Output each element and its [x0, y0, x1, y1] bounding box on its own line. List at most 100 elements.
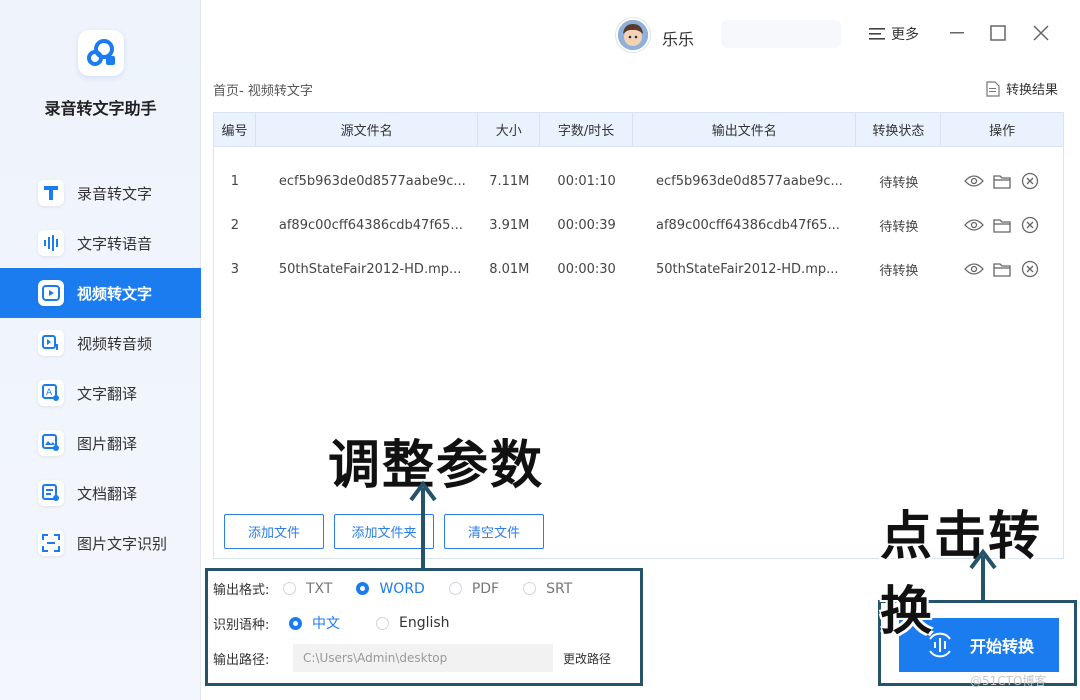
sidebar-item-video-to-audio[interactable]: 视频转音频 [0, 318, 201, 368]
app-logo [78, 30, 124, 76]
header-source: 源文件名 [256, 113, 479, 146]
radio-label: WORD [379, 580, 425, 597]
text-translate-icon: A [38, 380, 64, 406]
svg-text:A: A [46, 388, 53, 398]
sidebar-item-document-translate[interactable]: 文档翻译 [0, 468, 201, 518]
close-icon [1033, 25, 1049, 41]
cell-source: af89c00cff64386cdb47f65... [278, 217, 463, 233]
delete-circle-x-icon[interactable] [1020, 215, 1040, 235]
cell-size: 3.91M [489, 217, 530, 233]
language-radio-chinese[interactable]: 中文 [289, 613, 340, 633]
preview-eye-icon[interactable] [964, 215, 984, 235]
sidebar-item-image-ocr[interactable]: 图片文字识别 [0, 518, 201, 568]
sidebar-item-label: 文档翻译 [77, 484, 138, 503]
radio-icon [283, 582, 296, 595]
radio-icon [523, 582, 537, 595]
sidebar-item-audio-to-text[interactable]: 录音转文字 [0, 168, 201, 218]
arrow-up-icon [409, 480, 437, 570]
cell-no: 3 [230, 261, 240, 277]
text-t-icon [38, 180, 64, 206]
document-icon [986, 80, 1000, 97]
preview-eye-icon[interactable] [964, 259, 984, 279]
header-status: 转换状态 [856, 113, 942, 146]
sidebar-item-image-translate[interactable]: 图片翻译 [0, 418, 201, 468]
radio-label: TXT [306, 580, 333, 597]
file-action-buttons: 添加文件 添加文件夹 清空文件 [224, 514, 544, 549]
sidebar-item-label: 视频转音频 [77, 334, 153, 353]
logo-icon [87, 39, 115, 66]
output-format-label: 输出格式: [213, 583, 270, 598]
row-actions [941, 203, 1063, 247]
username: 乐乐 [662, 30, 695, 49]
account-info-blur [721, 20, 841, 48]
sidebar-nav: 录音转文字 文字转语音 视频转文字 视频转音频 A 文字翻译 图片翻译 文档翻译… [0, 168, 201, 568]
sidebar-item-label: 录音转文字 [77, 184, 153, 203]
format-radio-word[interactable]: WORD [356, 580, 425, 597]
image-translate-icon [38, 430, 64, 456]
table-row[interactable]: 2 af89c00cff64386cdb47f65... 3.91M 00:00… [214, 203, 1063, 247]
minimize-icon [950, 32, 964, 34]
sidebar-item-video-to-text[interactable]: 视频转文字 [0, 268, 201, 318]
cell-no: 1 [230, 173, 240, 189]
breadcrumb: 首页- 视频转文字 [213, 84, 313, 99]
output-path-row: 输出路径: C:\Users\Admin\desktop 更改路径 [213, 644, 611, 672]
video-audio-icon [38, 330, 64, 356]
sidebar-item-label: 图片翻译 [77, 434, 138, 453]
cell-size: 8.01M [489, 261, 530, 277]
close-window-button[interactable] [1030, 22, 1052, 44]
language-radio-english[interactable]: English [376, 615, 450, 631]
sidebar-item-text-translate[interactable]: A 文字翻译 [0, 368, 201, 418]
table-row[interactable]: 3 50thStateFair2012-HD.mp... 8.01M 00:00… [214, 247, 1063, 291]
radio-selected-icon [289, 616, 302, 630]
watermark: @51CTO博客 [970, 674, 1047, 688]
document-translate-icon [38, 480, 64, 506]
format-radio-srt[interactable]: SRT [523, 581, 572, 597]
output-path-label: 输出路径: [213, 652, 270, 668]
cell-status: 待转换 [879, 263, 919, 279]
avatar[interactable] [616, 18, 650, 52]
row-actions [941, 159, 1063, 203]
conversion-result-label: 转换结果 [1006, 83, 1059, 98]
cell-status: 待转换 [879, 219, 919, 235]
clear-files-button[interactable]: 清空文件 [444, 514, 544, 549]
table-body: 1 ecf5b963de0d8577aabe9c... 7.11M 00:01:… [214, 147, 1063, 291]
cell-output: 50thStateFair2012-HD.mp... [656, 261, 839, 277]
cell-no: 2 [230, 217, 240, 233]
maximize-icon [990, 25, 1006, 41]
maximize-button[interactable] [987, 22, 1009, 44]
top-bar: 乐乐 更多 [201, 0, 1080, 66]
more-menu-button[interactable]: 更多 [869, 24, 919, 44]
open-folder-icon[interactable] [992, 259, 1012, 279]
open-folder-icon[interactable] [992, 215, 1012, 235]
format-radio-pdf[interactable]: PDF [448, 581, 499, 597]
header-size: 大小 [478, 113, 541, 146]
sidebar-item-label: 文字转语音 [77, 234, 153, 253]
menu-icon [869, 28, 885, 40]
delete-circle-x-icon[interactable] [1020, 171, 1040, 191]
preview-eye-icon[interactable] [964, 171, 984, 191]
cell-size: 7.11M [489, 173, 530, 189]
row-actions [941, 247, 1063, 291]
minimize-button[interactable] [946, 22, 968, 44]
sidebar-item-label: 文字翻译 [77, 384, 138, 403]
sidebar-item-label: 视频转文字 [77, 284, 153, 303]
more-label: 更多 [891, 27, 919, 43]
cell-source: ecf5b963de0d8577aabe9c... [278, 173, 466, 189]
format-radio-txt[interactable]: TXT [283, 581, 332, 597]
add-file-button[interactable]: 添加文件 [224, 514, 324, 549]
cell-duration: 00:01:10 [557, 173, 616, 189]
sidebar-item-label: 图片文字识别 [77, 534, 168, 553]
cell-source: 50thStateFair2012-HD.mp... [278, 261, 462, 277]
delete-circle-x-icon[interactable] [1020, 259, 1040, 279]
cell-duration: 00:00:39 [557, 217, 616, 233]
output-format-row: 输出格式: TXT WORD PDF SRT [213, 579, 596, 599]
scan-text-icon [38, 530, 64, 556]
output-path-field[interactable]: C:\Users\Admin\desktop [293, 644, 553, 672]
sidebar: 录音转文字助手 录音转文字 文字转语音 视频转文字 视频转音频 A 文字翻译 图… [0, 0, 201, 700]
table-row[interactable]: 1 ecf5b963de0d8577aabe9c... 7.11M 00:01:… [214, 159, 1063, 203]
sidebar-item-text-to-speech[interactable]: 文字转语音 [0, 218, 201, 268]
cell-duration: 00:00:30 [557, 261, 616, 277]
change-path-button[interactable]: 更改路径 [563, 650, 611, 667]
conversion-result-button[interactable]: 转换结果 [986, 79, 1058, 98]
open-folder-icon[interactable] [992, 171, 1012, 191]
